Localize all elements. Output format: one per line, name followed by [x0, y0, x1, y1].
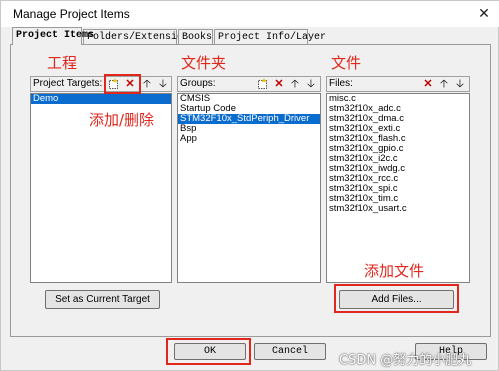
annotation-folder: 文件夹	[181, 54, 227, 72]
list-item[interactable]: STM32F10x_StdPeriph_Driver	[178, 114, 320, 124]
tab-books[interactable]: Books	[178, 29, 213, 44]
targets-items: Demo	[31, 94, 171, 104]
annotation-add-file: 添加文件	[364, 262, 425, 280]
title-bar: Manage Project Items ✕	[1, 1, 499, 27]
dialog-title: Manage Project Items	[13, 7, 130, 21]
targets-header-label: Project Targets:	[33, 78, 103, 89]
annotation-add-delete: 添加/删除	[89, 111, 155, 129]
groups-header-label: Groups:	[180, 78, 216, 89]
files-header: Files: ✕ 🡡 🡣	[326, 76, 470, 92]
add-files-button[interactable]: Add Files...	[339, 290, 454, 309]
close-icon[interactable]: ✕	[473, 3, 495, 23]
annotation-project: 工程	[47, 54, 78, 72]
move-up-icon[interactable]: 🡡	[437, 78, 451, 91]
list-item[interactable]: Bsp	[178, 124, 320, 134]
new-item-icon[interactable]	[255, 78, 269, 91]
tab-label: Books	[182, 32, 213, 43]
ok-button[interactable]: OK	[174, 343, 246, 360]
files-list[interactable]: misc.c stm32f10x_adc.c stm32f10x_dma.c stm3…	[326, 93, 470, 283]
move-up-icon[interactable]: 🡡	[140, 78, 154, 91]
delete-icon[interactable]: ✕	[123, 78, 137, 91]
list-item[interactable]: Demo	[31, 94, 171, 104]
groups-list[interactable]: CMSIS Startup Code STM32F10x_StdPeriph_Dri…	[177, 93, 321, 283]
tab-project-info-layer[interactable]: Project Info/Layer	[214, 29, 326, 44]
watermark: CSDN @努力的小肥丸	[339, 353, 472, 368]
files-header-label: Files:	[329, 78, 353, 89]
annotation-file: 文件	[331, 54, 362, 72]
set-as-current-target-button[interactable]: Set as Current Target	[45, 290, 160, 309]
list-item[interactable]: stm32f10x_usart.c	[327, 204, 469, 214]
list-item[interactable]: App	[178, 134, 320, 144]
groups-items: CMSIS Startup Code STM32F10x_StdPeriph_Dri…	[178, 94, 320, 144]
tab-label: Project Items	[16, 30, 95, 41]
move-down-icon[interactable]: 🡣	[304, 78, 318, 91]
move-down-icon[interactable]: 🡣	[453, 78, 467, 91]
move-down-icon[interactable]: 🡣	[156, 78, 170, 91]
tab-label: Project Info/Layer	[218, 32, 327, 43]
groups-header: Groups: ✕ 🡡 🡣	[177, 76, 321, 92]
files-items: misc.c stm32f10x_adc.c stm32f10x_dma.c stm3…	[327, 94, 469, 214]
tab-project-items[interactable]: Project Items	[12, 27, 94, 45]
delete-icon[interactable]: ✕	[272, 78, 286, 91]
manage-project-items-dialog: Manage Project Items ✕ Project Items Fol…	[0, 0, 499, 371]
targets-header: Project Targets: ✕ 🡡 🡣	[30, 76, 172, 92]
move-up-icon[interactable]: 🡡	[288, 78, 302, 91]
delete-icon[interactable]: ✕	[421, 78, 435, 91]
new-item-icon[interactable]	[106, 78, 120, 91]
tab-folders-extensions[interactable]: Folders/Extensions	[83, 29, 195, 44]
cancel-button[interactable]: Cancel	[254, 343, 326, 360]
